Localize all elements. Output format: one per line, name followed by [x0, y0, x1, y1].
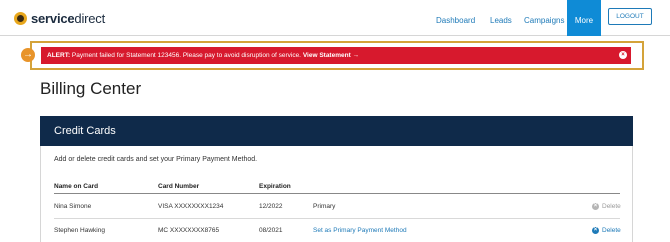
primary-badge: Primary [313, 203, 336, 210]
credit-cards-description: Add or delete credit cards and set your … [54, 156, 258, 163]
credit-cards-header: Credit Cards [40, 116, 633, 146]
logout-button[interactable]: LOGOUT [608, 8, 652, 25]
page-title: Billing Center [40, 79, 142, 98]
nav-leads[interactable]: Leads [490, 0, 512, 36]
nav-dashboard[interactable]: Dashboard [436, 0, 475, 36]
delete-button-disabled: × Delete [592, 203, 621, 210]
card-number: MC XXXXXXXX8765 [158, 227, 220, 234]
card-holder-name: Stephen Hawking [54, 227, 105, 234]
close-icon: × [592, 203, 599, 210]
table-header-divider [54, 193, 620, 194]
card-number: VISA XXXXXXXX1234 [158, 203, 224, 210]
card-expiration: 08/2021 [259, 227, 283, 234]
alert-label: ALERT: [47, 52, 71, 59]
column-header-expiration: Expiration [259, 183, 291, 190]
close-icon[interactable]: × [619, 51, 627, 59]
set-primary-link[interactable]: Set as Primary Payment Method [313, 227, 407, 234]
card-holder-name: Nina Simone [54, 203, 92, 210]
brand-name: servicedirect [31, 10, 106, 26]
close-icon: × [592, 227, 599, 234]
card-expiration: 12/2022 [259, 203, 283, 210]
top-navbar: servicedirect Dashboard Leads Campaigns … [0, 0, 670, 36]
column-header-number: Card Number [158, 183, 200, 190]
nav-more[interactable]: More [567, 0, 601, 36]
brand-logo[interactable]: servicedirect [14, 9, 105, 27]
view-statement-link[interactable]: View Statement → [303, 52, 359, 59]
delete-button[interactable]: × Delete [592, 227, 621, 234]
payment-alert-banner: ALERT: Payment failed for Statement 1234… [41, 47, 631, 64]
location-pin-icon [14, 11, 27, 25]
row-divider [54, 218, 620, 219]
nav-campaigns[interactable]: Campaigns [524, 0, 564, 36]
column-header-name: Name on Card [54, 183, 99, 190]
arrow-right-icon: → [21, 48, 35, 62]
alert-message: Payment failed for Statement 123456. Ple… [70, 52, 303, 59]
